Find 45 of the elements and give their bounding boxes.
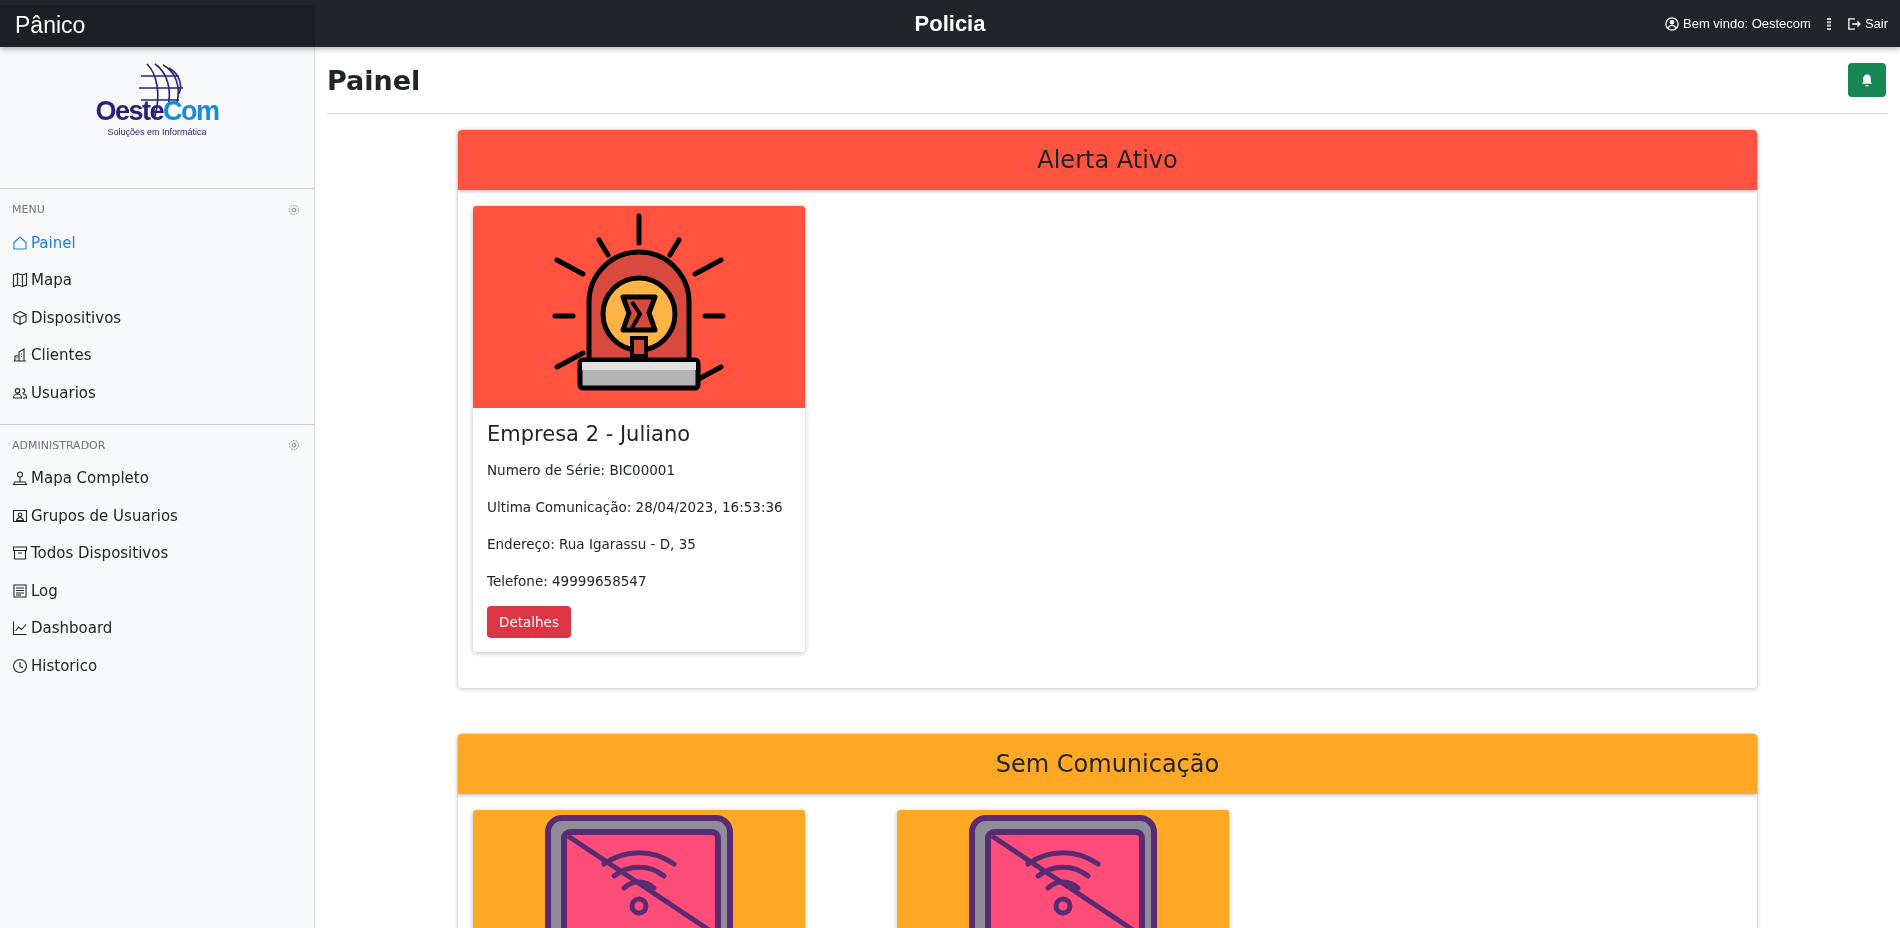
sidebar-item[interactable]: Log (0, 572, 314, 610)
details-button[interactable]: Detalhes (487, 606, 571, 638)
panel-title: Sem Comunicação (995, 750, 1220, 778)
sidebar-item[interactable]: Historico (0, 647, 314, 685)
logout-icon (1846, 17, 1861, 30)
sidebar-item[interactable]: Mapa (0, 261, 314, 299)
sidebar-item[interactable]: Painel (0, 224, 314, 262)
device-detail: Ultima Comunicação: 28/04/2023, 16:53:36 (487, 498, 784, 517)
building-icon (12, 347, 28, 364)
logout-link[interactable]: Sair (1846, 16, 1888, 31)
list-icon (12, 582, 28, 599)
sidebar-item[interactable]: Clientes (0, 336, 314, 374)
notifications-button[interactable] (1848, 63, 1886, 97)
device-detail: Endereço: Rua Igarassu - D, 35 (487, 535, 697, 554)
company-logo-wordmark: OesteCom (95, 96, 219, 127)
box-icon (12, 309, 28, 326)
user-circle-icon (1665, 16, 1679, 31)
bell-icon (1861, 73, 1873, 87)
chart-icon (12, 620, 28, 637)
card-title: Empresa 2 - Juliano (487, 422, 692, 446)
vertical-dots-icon[interactable] (1826, 17, 1831, 30)
map-icon (12, 272, 28, 289)
welcome-text: Bem vindo: Oestecom (1683, 16, 1811, 31)
menu-section-title: MENU (12, 203, 45, 216)
settings-icon[interactable] (288, 439, 300, 451)
sidebar-item[interactable]: Dispositivos (0, 299, 314, 337)
device-detail: Numero de Série: BIC00001 (487, 461, 677, 480)
app-title: Policia (914, 10, 986, 37)
brand-title[interactable]: Pânico (0, 4, 315, 46)
sidebar-item[interactable]: Todos Dispositivos (0, 534, 314, 572)
sidebar-item[interactable]: Mapa Completo (0, 459, 314, 497)
sidebar-item[interactable]: Usuarios (0, 374, 314, 412)
settings-icon[interactable] (288, 203, 300, 216)
pin-icon (12, 470, 28, 487)
sidebar-item[interactable]: Grupos de Usuarios (0, 497, 314, 535)
logo-tagline: Soluções em Informática (107, 127, 207, 137)
clock-icon (12, 657, 28, 674)
panel-title: Alerta Ativo (1037, 146, 1178, 174)
menu-section-title: ADMINISTRADOR (12, 438, 106, 452)
archive-icon (12, 545, 28, 562)
page-title: Painel (327, 64, 421, 96)
portrait-icon (12, 507, 28, 524)
device-detail: Telefone: 49999658547 (487, 572, 648, 591)
home-icon (12, 234, 28, 251)
sidebar-item[interactable]: Dashboard (0, 609, 314, 647)
